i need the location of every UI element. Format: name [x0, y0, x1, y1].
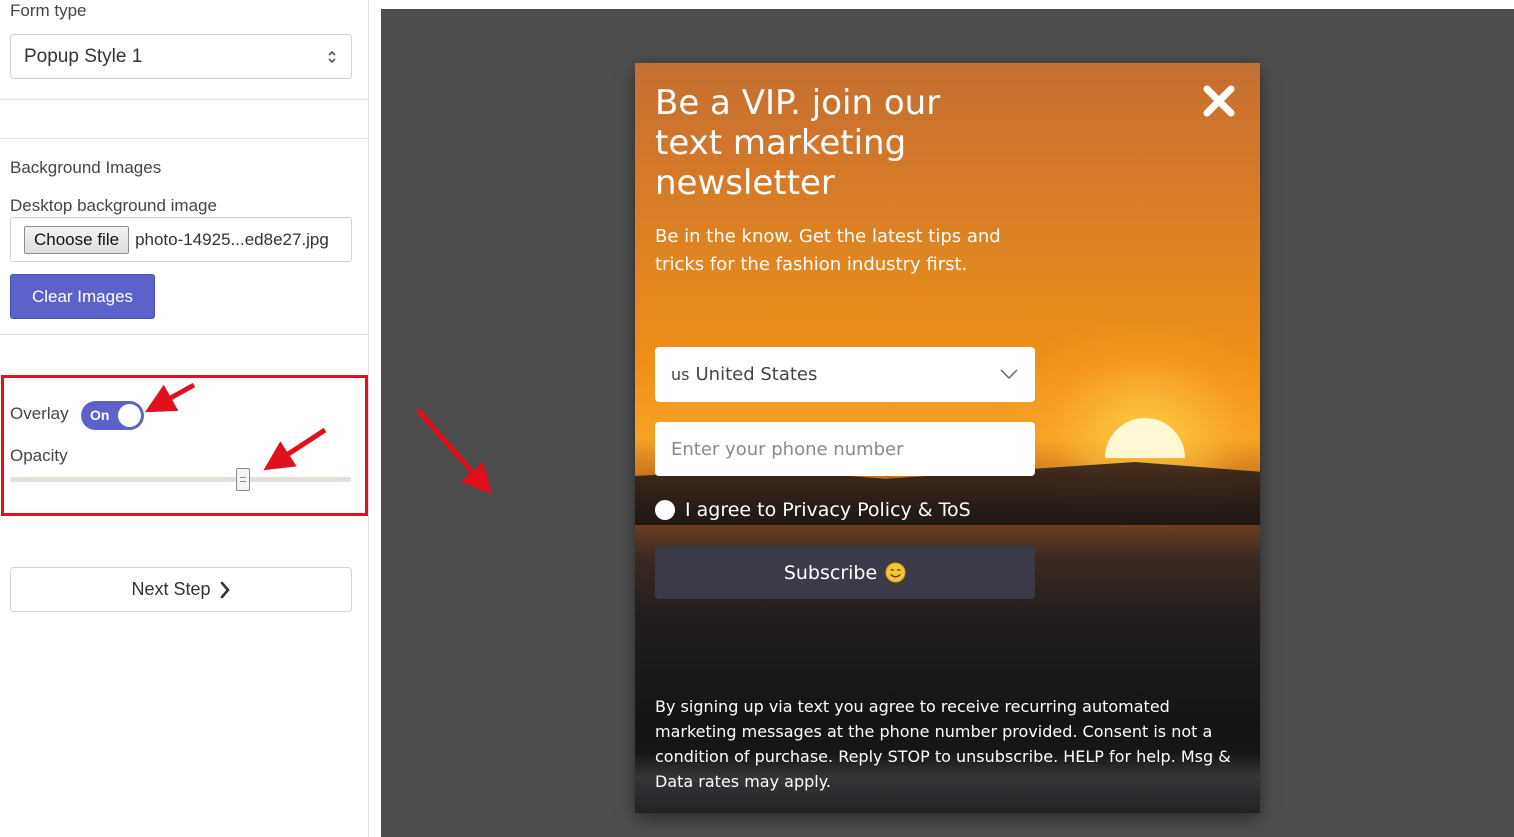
desktop-background-file-input: Choose file photo-14925...ed8e27.jpg: [10, 217, 352, 262]
chevron-down-icon: [1000, 369, 1018, 379]
opacity-slider-thumb[interactable]: [236, 468, 250, 491]
agree-checkbox[interactable]: [655, 500, 675, 520]
desktop-background-label: Desktop background image: [10, 196, 217, 215]
form-type-value: Popup Style 1: [24, 45, 143, 67]
opacity-slider[interactable]: [10, 468, 351, 491]
country-select[interactable]: us United States: [655, 347, 1035, 402]
overlay-toggle[interactable]: On: [81, 401, 144, 430]
popup-disclaimer: By signing up via text you agree to rece…: [655, 697, 1231, 791]
divider: [0, 99, 368, 100]
next-step-button[interactable]: Next Step: [10, 567, 352, 612]
popup-title: Be a VIP. join our text marketing newsle…: [655, 83, 941, 203]
form-type-label: Form type: [10, 1, 87, 20]
popup-subtitle: Be in the know. Get the latest tips and …: [655, 226, 1001, 275]
choose-file-button[interactable]: Choose file: [24, 225, 130, 254]
close-icon[interactable]: [1201, 83, 1237, 119]
phone-number-input[interactable]: [655, 422, 1035, 476]
next-step-label: Next Step: [131, 579, 211, 599]
agree-text: I agree to Privacy Policy & ToS: [685, 499, 971, 521]
form-type-select[interactable]: Popup Style 1: [10, 34, 352, 79]
agree-row: I agree to Privacy Policy & ToS: [655, 499, 971, 521]
overlay-toggle-text: On: [90, 407, 110, 423]
smile-emoji-icon: [885, 562, 906, 583]
subscribe-button[interactable]: Subscribe: [655, 546, 1035, 599]
overlay-label: Overlay: [10, 404, 69, 423]
divider: [0, 138, 368, 139]
chevron-right-icon: [220, 581, 230, 598]
divider: [0, 334, 368, 335]
settings-sidebar: Form type Popup Style 1 Background Image…: [0, 0, 369, 837]
clear-images-button[interactable]: Clear Images: [10, 274, 155, 319]
country-code: us: [671, 365, 690, 384]
background-images-heading: Background Images: [10, 158, 162, 177]
select-updown-icon: [328, 50, 336, 64]
toggle-knob: [118, 404, 141, 427]
selected-file-name: photo-14925...ed8e27.jpg: [135, 229, 329, 249]
subscribe-label: Subscribe: [783, 561, 878, 584]
opacity-label: Opacity: [10, 446, 68, 465]
popup-preview: Be a VIP. join our text marketing newsle…: [635, 63, 1260, 813]
country-name: United States: [695, 364, 818, 385]
